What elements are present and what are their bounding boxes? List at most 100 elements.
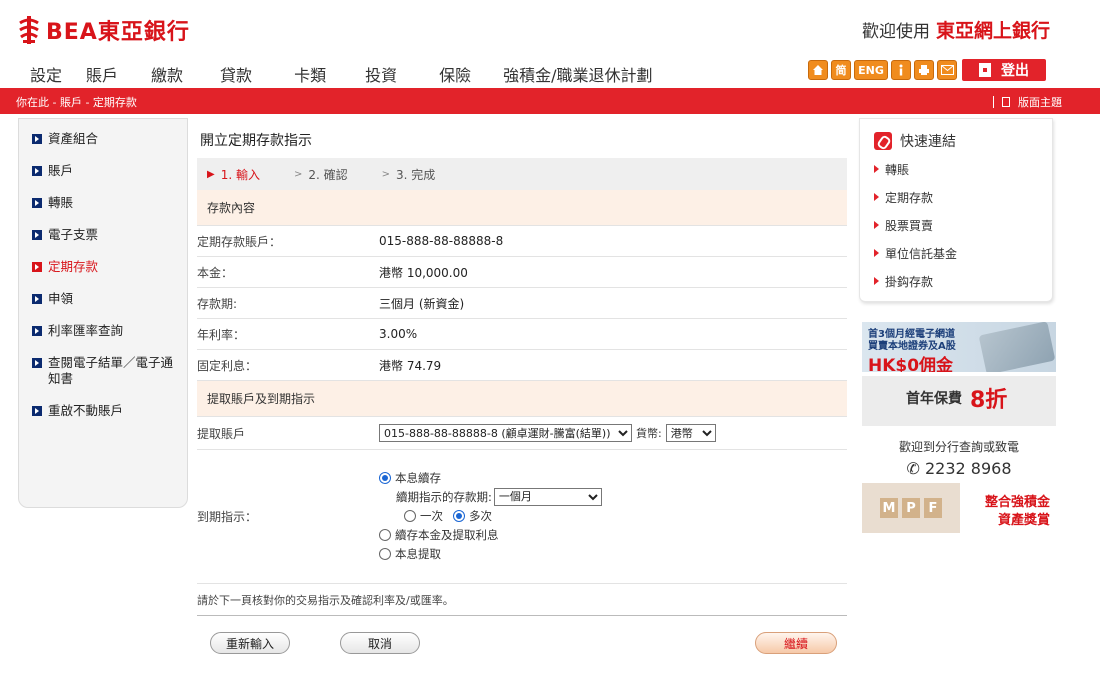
arrow-square-icon	[32, 230, 42, 240]
step-complete: >3. 完成	[382, 166, 436, 183]
radio-renew-principal[interactable]	[379, 528, 391, 541]
nav-payments[interactable]: 繳款	[151, 62, 183, 86]
promo-line-2: 資產獎賞	[997, 513, 1050, 528]
nav-insurance[interactable]: 保險	[439, 62, 471, 86]
option-label: 多次	[469, 508, 492, 523]
main-nav: 設定 賬戶 繳款 貸款 卡類 投資 保險 強積金/職業退休計劃	[30, 62, 653, 86]
arrow-square-icon	[32, 262, 42, 272]
promo-text: 首年保費	[906, 391, 962, 407]
sidebar-item-rates[interactable]: 利率匯率查詢	[19, 323, 187, 339]
quick-link-unit-trusts[interactable]: 單位信託基金	[860, 239, 1052, 267]
mpf-blocks-image: M P F	[862, 483, 960, 533]
quick-link-linked-deposit[interactable]: 掛鈎存款	[860, 267, 1052, 295]
promo-banner-securities[interactable]: 首3個月經電子網道 買賣本地證券及A股 HK$0佣金	[862, 322, 1056, 372]
field-value: 3.00%	[379, 327, 418, 341]
field-value: 港幣 10,000.00	[379, 265, 468, 280]
mpf-block: F	[924, 498, 942, 518]
triangle-right-icon	[874, 193, 879, 201]
sidebar-item-label: 電子支票	[48, 227, 99, 242]
bea-logo[interactable]: BEA東亞銀行	[18, 14, 190, 46]
breadcrumb: 你在此 - 賬戶 - 定期存款	[16, 96, 137, 109]
home-icon[interactable]	[808, 60, 828, 80]
deposit-form: 開立定期存款指示 ▶ 1. 輸入 >2. 確認 >3. 完成 存款內容 定期存款賬…	[197, 118, 847, 666]
nav-mpf[interactable]: 強積金/職業退休計劃	[503, 62, 652, 86]
currency-select[interactable]: 港幣	[665, 424, 716, 442]
triangle-right-icon	[874, 165, 879, 173]
sidebar-item-time-deposit[interactable]: 定期存款	[19, 259, 187, 275]
step-arrow-icon: >	[381, 168, 391, 180]
field-label: 年利率：	[197, 327, 246, 342]
mpf-block: M	[880, 498, 898, 518]
renew-period-label: 續期指示的存款期:	[396, 489, 492, 504]
field-value: 港幣 74.79	[379, 358, 442, 373]
row-withdraw-account: 提取賬戶 015-888-88-88888-8 (顧卓運財-騰富(結單)) 貨幣…	[197, 417, 847, 450]
breadcrumb-bar: 你在此 - 賬戶 - 定期存款 版面主題	[0, 88, 1100, 114]
option-label: 本息續存	[395, 470, 441, 485]
lang-english-button[interactable]: ENG	[854, 60, 888, 80]
cancel-button[interactable]: 取消	[340, 632, 420, 654]
welcome-brand: 東亞網上銀行	[935, 20, 1050, 42]
lang-simplified-button[interactable]: 简	[831, 60, 851, 80]
nav-investment[interactable]: 投資	[365, 62, 397, 86]
nav-accounts[interactable]: 賬戶	[86, 62, 118, 86]
option-renew-principal[interactable]: 續存本金及提取利息	[379, 525, 602, 544]
sidebar-item-label: 利率匯率查詢	[48, 323, 124, 338]
row-maturity-instruction: 到期指示： 本息續存 續期指示的存款期: 一個月 一次 多次 續存本金及提取利息	[197, 450, 847, 584]
sidebar-item-transfer[interactable]: 轉賬	[19, 195, 187, 211]
divider	[993, 96, 994, 108]
info-icon[interactable]	[891, 60, 911, 80]
promo-discount: 8折	[970, 388, 1008, 413]
step-arrow-icon: >	[293, 168, 303, 180]
print-icon[interactable]	[914, 60, 934, 80]
sidebar: 資產組合 賬戶 轉賬 電子支票 定期存款 申領 利率匯率查詢 查閱電子結單／電子…	[18, 118, 188, 508]
reset-button[interactable]: 重新輸入	[210, 632, 290, 654]
sidebar-item-estatements[interactable]: 查閱電子結單／電子通知書	[19, 355, 187, 387]
option-renew-all[interactable]: 本息續存	[379, 468, 602, 487]
radio-multiple[interactable]	[453, 509, 465, 522]
quick-link-label: 掛鈎存款	[885, 274, 934, 289]
quick-links-panel: 快速連結 轉賬 定期存款 股票買賣 單位信託基金 掛鈎存款	[859, 118, 1053, 302]
promo-banner-insurance[interactable]: 首年保費 8折	[862, 376, 1056, 426]
sidebar-item-portfolio[interactable]: 資產組合	[19, 131, 187, 147]
toolbar: 简 ENG 登出	[808, 59, 1046, 81]
step-label: 3. 完成	[396, 167, 436, 182]
mail-icon[interactable]	[937, 60, 957, 80]
option-withdraw-all[interactable]: 本息提取	[379, 544, 602, 563]
sidebar-item-claims[interactable]: 申領	[19, 291, 187, 307]
nav-loans[interactable]: 貸款	[220, 62, 252, 86]
triangle-right-icon	[874, 277, 879, 285]
quick-link-label: 單位信託基金	[885, 246, 958, 261]
sidebar-item-echeque[interactable]: 電子支票	[19, 227, 187, 243]
row-tenor: 存款期: 三個月 (新資金)	[197, 288, 847, 319]
renew-period-select[interactable]: 一個月	[493, 487, 602, 506]
confirmation-note: 請於下一頁核對你的交易指示及確認利率及/或匯率。	[197, 584, 847, 616]
quick-links-title: 快速連結	[900, 134, 956, 150]
mpf-block: P	[902, 498, 920, 518]
phone-icon: ✆	[906, 459, 920, 478]
theme-switch[interactable]: 版面主題	[993, 94, 1062, 110]
sidebar-item-accounts[interactable]: 賬戶	[19, 163, 187, 179]
sidebar-item-label: 定期存款	[48, 259, 99, 274]
nav-cards[interactable]: 卡類	[294, 62, 326, 86]
radio-renew-all[interactable]	[379, 471, 391, 484]
promo-banner-mpf[interactable]: M P F 整合強積金 資產獎賞	[862, 483, 1056, 533]
quick-link-transfer[interactable]: 轉賬	[860, 155, 1052, 183]
radio-once[interactable]	[404, 509, 416, 522]
link-icon	[874, 132, 892, 150]
section-withdraw-maturity: 提取賬戶及到期指示	[197, 381, 847, 417]
continue-button[interactable]: 繼續	[755, 632, 837, 654]
nav-settings[interactable]: 設定	[30, 62, 62, 86]
quick-link-time-deposit[interactable]: 定期存款	[860, 183, 1052, 211]
sidebar-item-reactivate[interactable]: 重啟不動賬戶	[19, 403, 187, 419]
quick-link-label: 股票買賣	[885, 218, 934, 233]
theme-icon	[1002, 97, 1010, 107]
form-actions: 重新輸入 取消 繼續	[197, 616, 847, 666]
logout-button[interactable]: 登出	[962, 59, 1046, 81]
arrow-square-icon	[32, 358, 42, 368]
withdraw-account-select[interactable]: 015-888-88-88888-8 (顧卓運財-騰富(結單))	[379, 424, 632, 442]
step-label: 1. 輸入	[220, 167, 260, 182]
promo-line-2: 買賣本地證券及A股	[868, 341, 956, 352]
quick-link-stocks[interactable]: 股票買賣	[860, 211, 1052, 239]
welcome-text: 歡迎使用	[861, 22, 930, 42]
radio-withdraw-all[interactable]	[379, 547, 391, 560]
